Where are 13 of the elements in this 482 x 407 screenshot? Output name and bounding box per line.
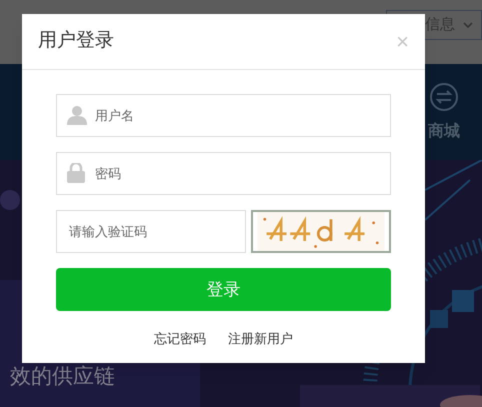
- text-link[interactable]: 注册新用户: [228, 329, 293, 348]
- captcha-field[interactable]: 请输入验证码: [56, 210, 246, 253]
- input-field[interactable]: 密码: [56, 152, 391, 195]
- lock-icon: [67, 163, 85, 183]
- text-link[interactable]: 忘记密码: [154, 329, 206, 348]
- user-icon: [67, 105, 87, 125]
- login-button[interactable]: 登录: [56, 268, 391, 311]
- banner-subtitle: 效的供应链: [10, 366, 115, 387]
- input-field[interactable]: 用户名: [56, 94, 391, 137]
- dialog-title: 用户登录: [38, 29, 114, 54]
- chevron-down-icon: [463, 22, 473, 28]
- exchange-icon: [429, 82, 459, 112]
- mall-nav-link[interactable]: 商城: [428, 120, 460, 144]
